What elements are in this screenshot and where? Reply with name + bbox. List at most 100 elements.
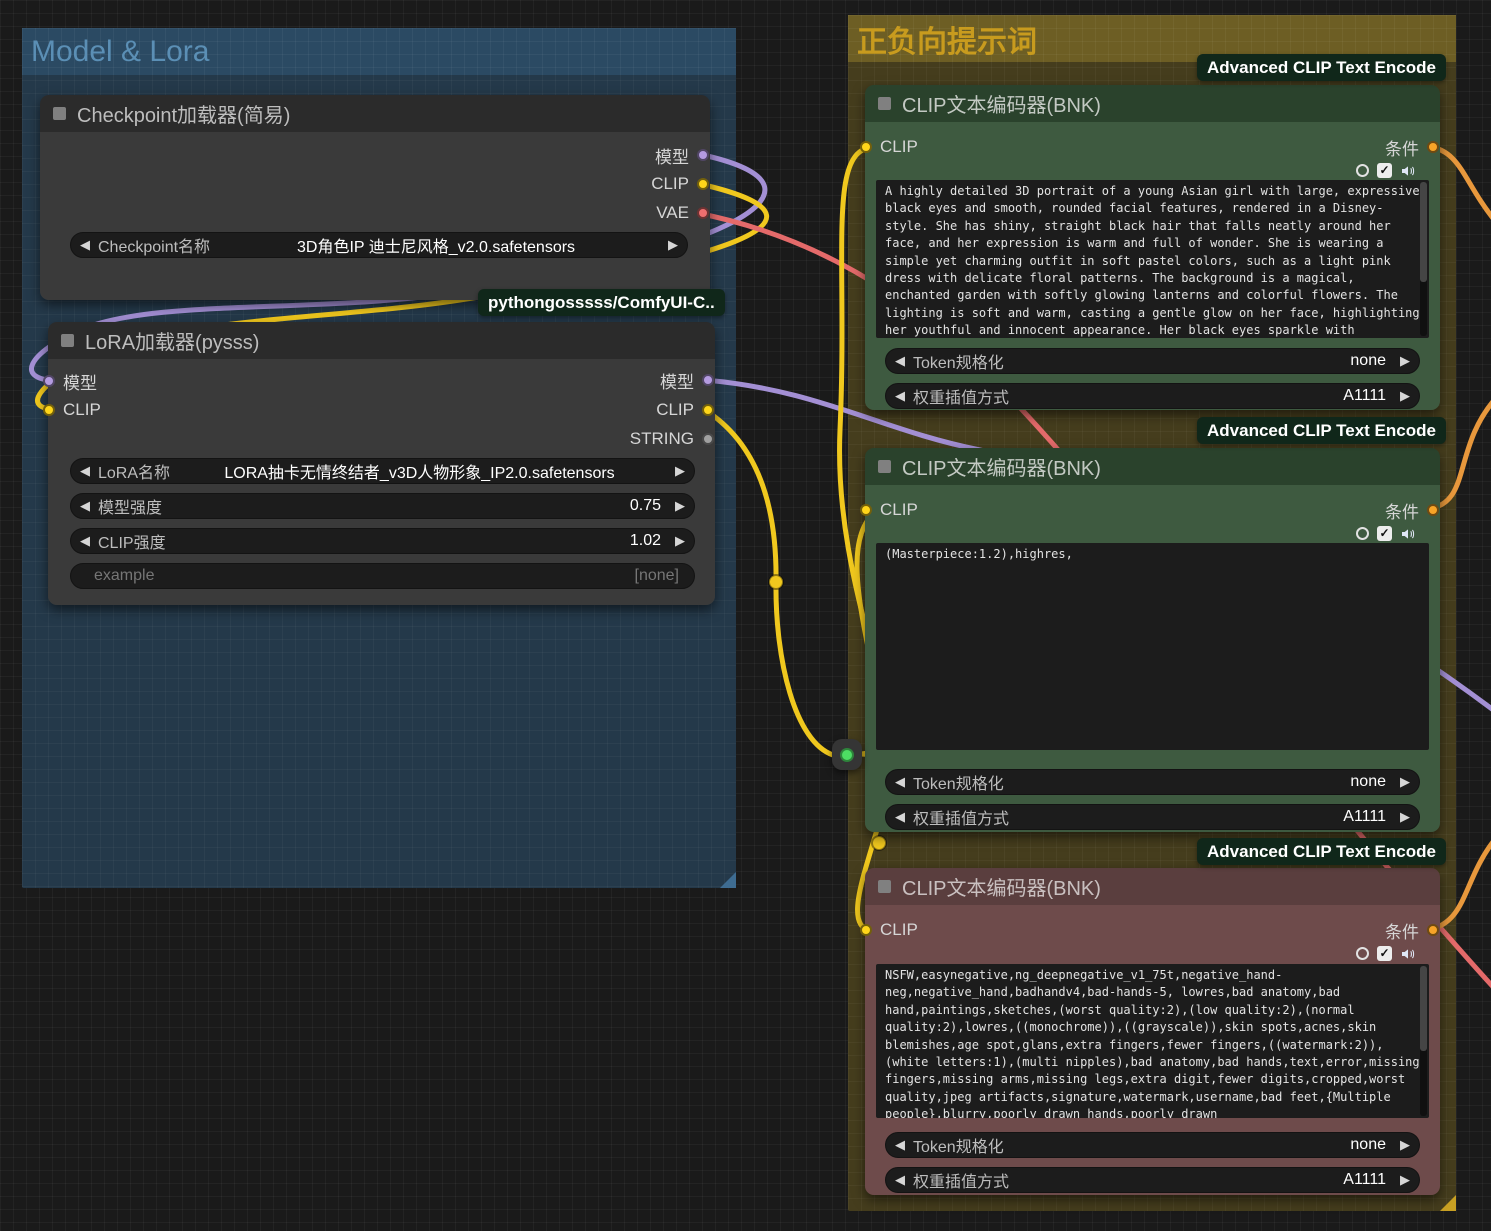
conditioning-output-dot[interactable] bbox=[1427, 924, 1439, 936]
speaker-icon[interactable] bbox=[1400, 946, 1416, 962]
widget-checkpoint-name[interactable]: ◀ Checkpoint名称 3D角色IP 迪士尼风格_v2.0.safeten… bbox=[70, 232, 688, 258]
output-slot-vae[interactable]: VAE bbox=[656, 200, 709, 226]
clip-input-dot[interactable] bbox=[860, 141, 872, 153]
widget-example[interactable]: example [none] bbox=[70, 563, 695, 589]
widget-weight-interpretation[interactable]: ◀ 权重插值方式 A1111 ▶ bbox=[885, 1167, 1420, 1193]
output-slot-model[interactable]: 模型 bbox=[660, 367, 714, 393]
collapse-icon[interactable] bbox=[61, 334, 74, 347]
output-slot-string[interactable]: STRING bbox=[630, 426, 714, 452]
prev-arrow-icon[interactable]: ◀ bbox=[895, 388, 911, 404]
collapse-icon[interactable] bbox=[878, 97, 891, 110]
clip-output-dot[interactable] bbox=[697, 178, 709, 190]
node-title-bar[interactable]: CLIP文本编码器(BNK) bbox=[865, 868, 1440, 905]
clip-input-dot[interactable] bbox=[860, 924, 872, 936]
textarea-scrollbar[interactable] bbox=[1420, 966, 1427, 1116]
node-title-bar[interactable]: CLIP文本编码器(BNK) bbox=[865, 85, 1440, 122]
widget-token-normalization[interactable]: ◀ Token规格化 none ▶ bbox=[885, 348, 1420, 374]
radio-icon[interactable] bbox=[1356, 164, 1369, 177]
next-arrow-icon[interactable]: ▶ bbox=[1394, 774, 1410, 790]
input-slot-clip[interactable]: CLIP bbox=[860, 134, 918, 160]
widget-token-normalization[interactable]: ◀ Token规格化 none ▶ bbox=[885, 769, 1420, 795]
model-input-dot[interactable] bbox=[43, 375, 55, 387]
node-title: Checkpoint加载器(简易) bbox=[77, 99, 290, 128]
input-slot-model[interactable]: 模型 bbox=[43, 368, 97, 394]
next-arrow-icon[interactable]: ▶ bbox=[1394, 1172, 1410, 1188]
speaker-icon[interactable] bbox=[1400, 163, 1416, 179]
slot-label: CLIP bbox=[880, 920, 918, 940]
clip-input-dot[interactable] bbox=[43, 404, 55, 416]
output-slot-clip[interactable]: CLIP bbox=[651, 171, 709, 197]
radio-icon[interactable] bbox=[1356, 947, 1369, 960]
group-resize-handle[interactable] bbox=[1440, 1195, 1456, 1211]
next-arrow-icon[interactable]: ▶ bbox=[1394, 353, 1410, 369]
clip-output-dot[interactable] bbox=[702, 404, 714, 416]
node-title-bar[interactable]: CLIP文本编码器(BNK) bbox=[865, 448, 1440, 485]
prompt-textarea[interactable]: A highly detailed 3D portrait of a young… bbox=[876, 180, 1429, 338]
collapse-icon[interactable] bbox=[53, 107, 66, 120]
prev-arrow-icon[interactable]: ◀ bbox=[895, 809, 911, 825]
node-clip-encode-negative[interactable]: CLIP文本编码器(BNK) CLIP 条件 ✓ NSFW,easynegati… bbox=[865, 868, 1440, 1195]
checked-checkbox-icon[interactable]: ✓ bbox=[1377, 163, 1392, 178]
widget-model-strength[interactable]: ◀ 模型强度 0.75 ▶ bbox=[70, 493, 695, 519]
prev-arrow-icon[interactable]: ◀ bbox=[895, 1172, 911, 1188]
prev-arrow-icon[interactable]: ◀ bbox=[80, 237, 96, 253]
node-reroute[interactable] bbox=[832, 739, 862, 770]
output-slot-cond[interactable]: 条件 bbox=[1385, 497, 1439, 523]
slot-label: 条件 bbox=[1385, 498, 1419, 523]
checked-checkbox-icon[interactable]: ✓ bbox=[1377, 526, 1392, 541]
node-clip-encode-pos1[interactable]: CLIP文本编码器(BNK) CLIP 条件 ✓ A highly detail… bbox=[865, 85, 1440, 410]
radio-icon[interactable] bbox=[1356, 527, 1369, 540]
input-slot-clip[interactable]: CLIP bbox=[43, 397, 101, 423]
widget-weight-interpretation[interactable]: ◀ 权重插值方式 A1111 ▶ bbox=[885, 383, 1420, 409]
node-clip-encode-pos2[interactable]: CLIP文本编码器(BNK) CLIP 条件 ✓ (Masterpiece:1.… bbox=[865, 448, 1440, 832]
widget-weight-interpretation[interactable]: ◀ 权重插值方式 A1111 ▶ bbox=[885, 804, 1420, 830]
conditioning-output-dot[interactable] bbox=[1427, 141, 1439, 153]
speaker-icon[interactable] bbox=[1400, 526, 1416, 542]
output-slot-model[interactable]: 模型 bbox=[655, 142, 709, 168]
node-type-badge: Advanced CLIP Text Encode bbox=[1197, 54, 1446, 81]
next-arrow-icon[interactable]: ▶ bbox=[662, 237, 678, 253]
clip-input-dot[interactable] bbox=[860, 504, 872, 516]
checked-checkbox-icon[interactable]: ✓ bbox=[1377, 946, 1392, 961]
prev-arrow-icon[interactable]: ◀ bbox=[895, 774, 911, 790]
output-slot-clip[interactable]: CLIP bbox=[656, 397, 714, 423]
prev-arrow-icon[interactable]: ◀ bbox=[80, 533, 96, 549]
reroute-dot[interactable] bbox=[840, 748, 854, 762]
next-arrow-icon[interactable]: ▶ bbox=[1394, 388, 1410, 404]
next-arrow-icon[interactable]: ▶ bbox=[669, 463, 685, 479]
node-body: 模型 CLIP 模型 CLIP STRING ◀ LoRA名称 LORA抽卡 bbox=[48, 359, 715, 605]
output-slot-cond[interactable]: 条件 bbox=[1385, 134, 1439, 160]
node-title-bar[interactable]: Checkpoint加载器(简易) bbox=[40, 95, 710, 132]
group-resize-handle[interactable] bbox=[720, 872, 736, 888]
prompt-textarea[interactable]: (Masterpiece:1.2),highres, bbox=[876, 543, 1429, 750]
vae-output-dot[interactable] bbox=[697, 207, 709, 219]
conditioning-output-dot[interactable] bbox=[1427, 504, 1439, 516]
widget-token-normalization[interactable]: ◀ Token规格化 none ▶ bbox=[885, 1132, 1420, 1158]
node-graph-canvas[interactable]: Model & Lora 正负向提示词 Checkpoint加载器(简易) bbox=[0, 0, 1491, 1231]
collapse-icon[interactable] bbox=[878, 880, 891, 893]
widget-lora-name[interactable]: ◀ LoRA名称 LORA抽卡无情终结者_v3D人物形象_IP2.0.safet… bbox=[70, 458, 695, 484]
next-arrow-icon[interactable]: ▶ bbox=[669, 498, 685, 514]
group-model-lora-header[interactable]: Model & Lora bbox=[22, 28, 736, 75]
next-arrow-icon[interactable]: ▶ bbox=[1394, 1137, 1410, 1153]
input-slot-clip[interactable]: CLIP bbox=[860, 917, 918, 943]
node-lora-loader[interactable]: LoRA加载器(pysss) 模型 CLIP 模型 CLIP STRING bbox=[48, 322, 715, 605]
node-checkpoint-loader[interactable]: Checkpoint加载器(简易) 模型 CLIP VAE ◀ Checkpoi… bbox=[40, 95, 710, 300]
collapse-icon[interactable] bbox=[878, 460, 891, 473]
input-slot-clip[interactable]: CLIP bbox=[860, 497, 918, 523]
output-slot-cond[interactable]: 条件 bbox=[1385, 917, 1439, 943]
textarea-scrollbar[interactable] bbox=[1420, 182, 1427, 336]
widget-clip-strength[interactable]: ◀ CLIP强度 1.02 ▶ bbox=[70, 528, 695, 554]
negative-prompt-textarea[interactable]: NSFW,easynegative,ng_deepnegative_v1_75t… bbox=[876, 964, 1429, 1118]
next-arrow-icon[interactable]: ▶ bbox=[669, 533, 685, 549]
prev-arrow-icon[interactable]: ◀ bbox=[895, 1137, 911, 1153]
prev-arrow-icon[interactable]: ◀ bbox=[80, 498, 96, 514]
model-output-dot[interactable] bbox=[702, 374, 714, 386]
prev-arrow-icon[interactable]: ◀ bbox=[895, 353, 911, 369]
model-output-dot[interactable] bbox=[697, 149, 709, 161]
node-title-bar[interactable]: LoRA加载器(pysss) bbox=[48, 322, 715, 359]
prev-arrow-icon[interactable]: ◀ bbox=[80, 463, 96, 479]
string-output-dot[interactable] bbox=[702, 433, 714, 445]
widget-value: none bbox=[1004, 773, 1394, 791]
next-arrow-icon[interactable]: ▶ bbox=[1394, 809, 1410, 825]
